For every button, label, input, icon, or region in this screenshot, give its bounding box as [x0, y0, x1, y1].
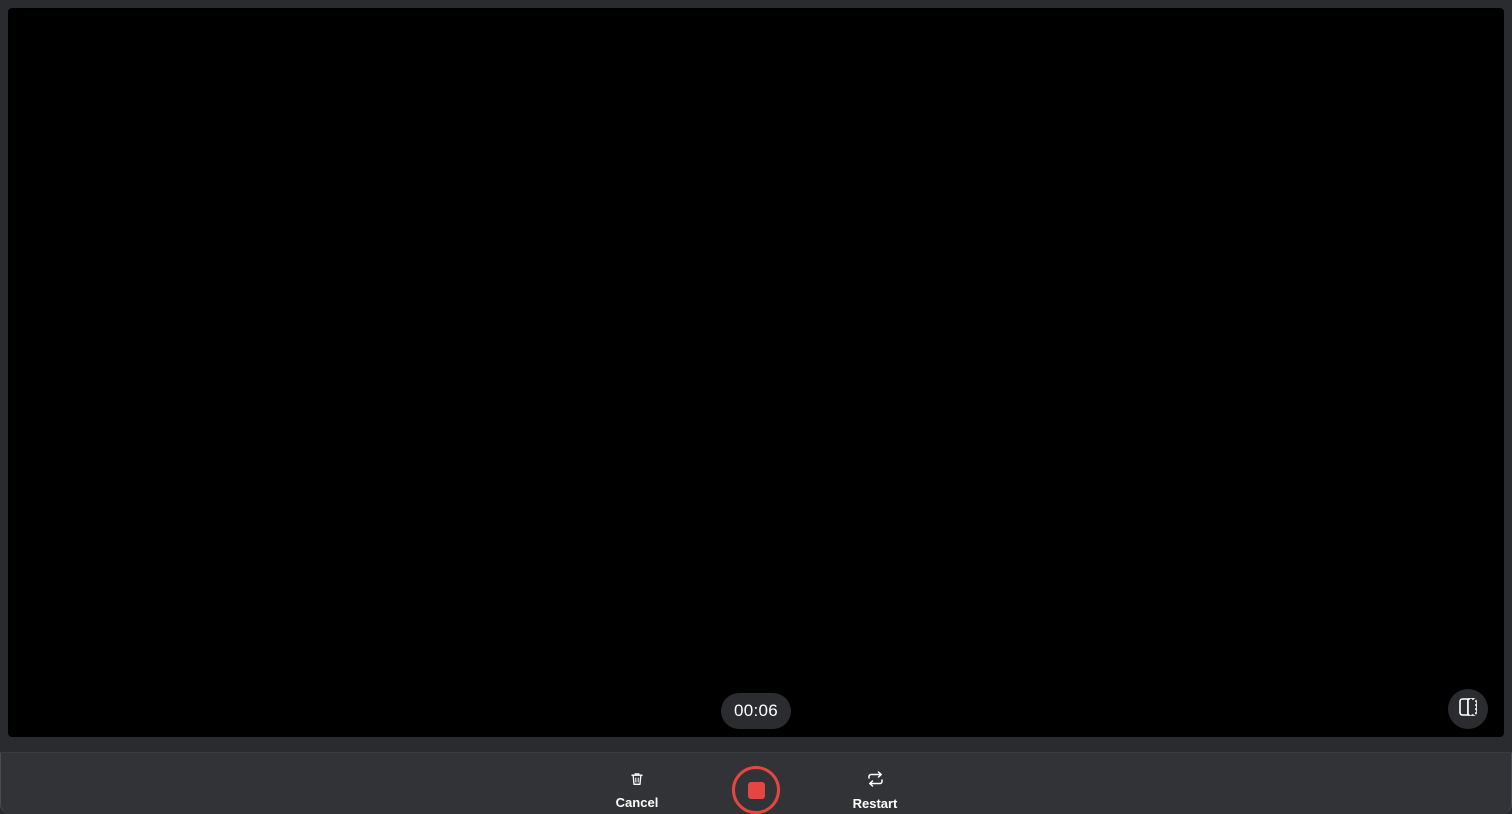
trash-icon	[630, 772, 644, 791]
stop-icon	[747, 781, 765, 799]
restart-label: Restart	[852, 796, 898, 811]
cancel-button[interactable]: Cancel	[607, 772, 667, 810]
recording-timer: 00:06	[721, 693, 791, 729]
restart-button[interactable]: Restart	[845, 771, 905, 811]
split-view-icon	[1458, 697, 1478, 722]
recorder-window: 00:06 Cancel Restart	[0, 0, 1512, 814]
video-preview	[8, 8, 1504, 737]
split-view-button[interactable]	[1448, 689, 1488, 729]
repeat-icon	[867, 771, 884, 792]
cancel-label: Cancel	[615, 795, 659, 810]
stop-recording-button[interactable]	[732, 766, 780, 814]
